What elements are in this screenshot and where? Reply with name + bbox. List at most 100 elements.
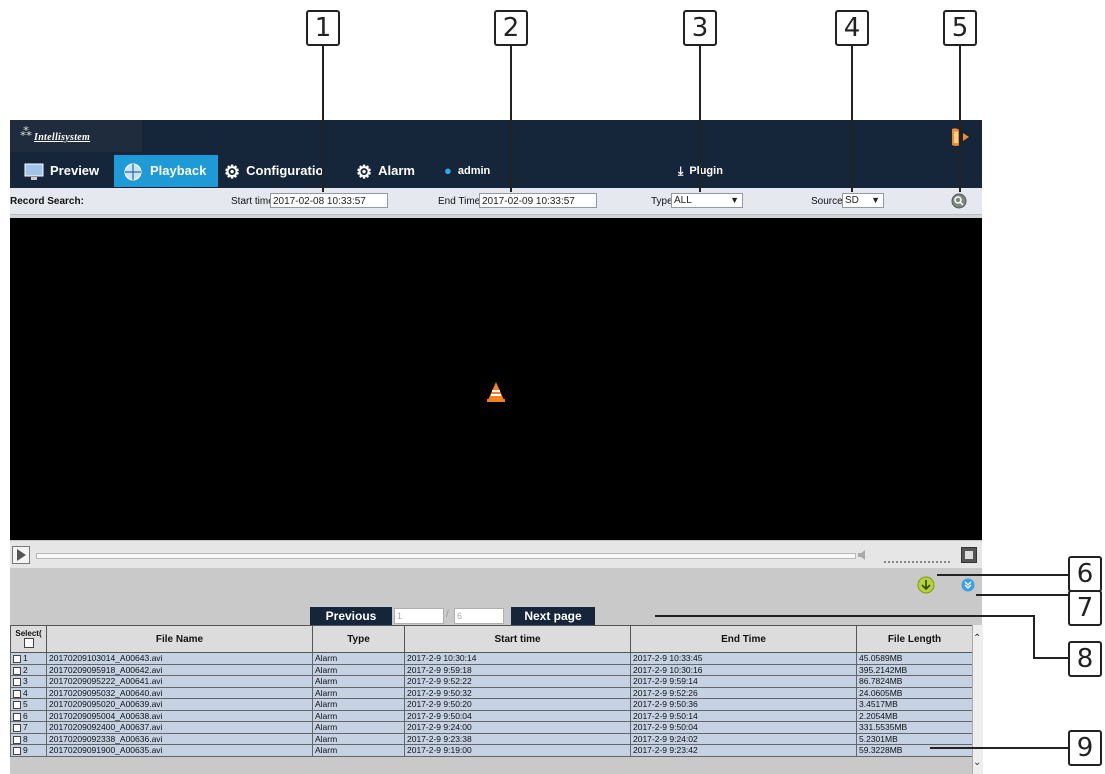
play-icon[interactable] — [12, 546, 30, 564]
callout-line-4 — [851, 46, 853, 192]
user-icon: ● — [444, 163, 452, 179]
gear-icon: ⚙ — [356, 161, 373, 182]
end-time-input[interactable]: 2017-02-09 10:33:57 — [479, 193, 597, 208]
row-checkbox[interactable] — [13, 747, 21, 755]
search-icon[interactable] — [951, 193, 967, 209]
scroll-down-icon[interactable]: ⌄ — [973, 757, 981, 768]
row-select[interactable]: 2 — [10, 663, 47, 676]
row-checkbox[interactable] — [13, 678, 21, 686]
table-row[interactable]: 5 20170209095020_A00639.avi Alarm 2017-2-9 … — [10, 698, 973, 711]
row-checkbox[interactable] — [13, 666, 21, 675]
end-time-header[interactable]: End Time — [630, 625, 857, 653]
row-select[interactable]: 5 — [10, 698, 47, 711]
row-select[interactable]: 6 — [10, 709, 47, 722]
volume-icon[interactable] — [856, 548, 870, 562]
start-time-header[interactable]: Start time — [404, 625, 631, 653]
file-name-cell: 20170209092338_A00636.avi — [46, 732, 313, 745]
file-name-cell: 20170209095222_A00641.avi — [46, 675, 313, 688]
page-separator: / — [446, 609, 449, 620]
fullscreen-icon[interactable] — [961, 547, 977, 563]
callout-1: 1 — [306, 10, 340, 46]
tab-configuration-label: Configuratio — [246, 163, 324, 178]
callout-line-5 — [959, 46, 961, 192]
tab-configuration[interactable]: ⚙ Configuratio — [224, 155, 338, 187]
start-time-cell: 2017-2-9 9:50:04 — [404, 709, 631, 722]
row-select[interactable]: 3 — [10, 675, 47, 688]
start-time-cell: 2017-2-9 9:19:00 — [404, 744, 631, 757]
file-length-cell: 5.2301MB — [856, 732, 973, 745]
type-cell: Alarm — [312, 732, 405, 745]
playback-app: ⁂ Intellisystem Preview Playback ⚙ Config… — [10, 120, 983, 774]
start-time-label: Start time — [231, 196, 274, 207]
current-page-input[interactable]: 1 — [394, 608, 444, 624]
row-checkbox[interactable] — [13, 655, 21, 663]
globe-icon — [124, 163, 142, 181]
user-name: admin — [457, 165, 491, 177]
row-checkbox[interactable] — [13, 701, 21, 709]
source-select[interactable]: SD ▼ — [842, 193, 884, 208]
file-name-cell: 20170209091900_A00635.avi — [46, 744, 313, 757]
table-scrollbar[interactable]: ⌃ ⌄ — [972, 625, 983, 774]
end-time-cell: 2017-2-9 10:30:16 — [630, 663, 857, 676]
row-checkbox[interactable] — [13, 689, 21, 698]
gear-icon: ⚙ — [224, 161, 241, 182]
row-number: 5 — [23, 699, 28, 710]
row-number: 2 — [23, 664, 28, 675]
file-length-header[interactable]: File Length — [856, 625, 973, 653]
scroll-up-icon[interactable]: ⌃ — [973, 633, 981, 644]
callout-line-2 — [510, 46, 512, 192]
plugin-download[interactable]: ⤓ Plugin — [678, 155, 748, 187]
vlc-cone-icon — [487, 382, 505, 402]
row-checkbox[interactable] — [13, 712, 21, 721]
row-select[interactable]: 1 — [10, 652, 47, 665]
callout-8: 8 — [1068, 641, 1102, 677]
collapse-icon[interactable] — [961, 578, 975, 592]
type-select-value: ALL — [674, 195, 692, 206]
seek-bar[interactable] — [36, 553, 856, 559]
row-select[interactable]: 7 — [10, 721, 47, 734]
select-all-checkbox[interactable] — [23, 637, 34, 648]
tab-preview[interactable]: Preview — [24, 155, 120, 187]
file-name-header[interactable]: File Name — [46, 625, 313, 653]
row-checkbox[interactable] — [13, 735, 21, 744]
select-all-header[interactable]: Select( — [10, 625, 47, 653]
select-header-label: Select( — [15, 628, 42, 638]
tab-playback-label: Playback — [150, 163, 207, 178]
callout-5: 5 — [943, 10, 977, 46]
row-checkbox[interactable] — [13, 724, 21, 732]
table-row[interactable]: 4 20170209095032_A00640.avi Alarm 2017-2-9 … — [10, 686, 973, 699]
table-row[interactable]: 3 20170209095222_A00641.avi Alarm 2017-2-9 … — [10, 675, 973, 688]
callout-line-8c — [1033, 657, 1068, 659]
volume-slider[interactable] — [884, 549, 950, 563]
table-row[interactable]: 7 20170209092400_A00637.avi Alarm 2017-2-9 … — [10, 721, 973, 734]
row-select[interactable]: 4 — [10, 686, 47, 699]
start-time-input[interactable]: 2017-02-08 10:33:57 — [270, 193, 388, 208]
user-menu[interactable]: ● admin — [444, 155, 524, 187]
table-row[interactable]: 9 20170209091900_A00635.avi Alarm 2017-2-9 … — [10, 744, 973, 757]
table-row[interactable]: 8 20170209092338_A00636.avi Alarm 2017-2-9 … — [10, 732, 973, 745]
row-number: 6 — [23, 710, 28, 721]
video-player[interactable] — [10, 218, 982, 540]
file-length-cell: 86.7824MB — [856, 675, 973, 688]
previous-page-button[interactable]: Previous page — [310, 607, 392, 641]
tab-playback[interactable]: Playback — [114, 155, 218, 187]
table-row[interactable]: 1 20170209103014_A00643.avi Alarm 2017-2-9 … — [10, 652, 973, 665]
main-nav: Preview Playback ⚙ Configuratio ⚙ Alarm ● a… — [10, 152, 982, 188]
type-select[interactable]: ALL ▼ — [671, 193, 743, 208]
table-row[interactable]: 6 20170209095004_A00638.avi Alarm 2017-2-9 … — [10, 709, 973, 722]
callout-2: 2 — [494, 10, 528, 46]
next-page-button[interactable]: Next page — [511, 607, 595, 625]
table-row[interactable]: 2 20170209095918_A00642.avi Alarm 2017-2-9 … — [10, 663, 973, 676]
type-cell: Alarm — [312, 675, 405, 688]
start-time-cell: 2017-2-9 9:23:38 — [404, 732, 631, 745]
download-button-icon[interactable] — [917, 576, 935, 594]
row-select[interactable]: 8 — [10, 732, 47, 745]
source-label: Source — [811, 196, 843, 207]
file-name-cell: 20170209095032_A00640.avi — [46, 686, 313, 699]
callout-line-8b — [1033, 615, 1035, 659]
type-header[interactable]: Type — [312, 625, 405, 653]
tab-alarm[interactable]: ⚙ Alarm — [356, 155, 436, 187]
file-name-cell: 20170209103014_A00643.avi — [46, 652, 313, 665]
type-label: Type — [651, 196, 673, 207]
row-select[interactable]: 9 — [10, 744, 47, 757]
